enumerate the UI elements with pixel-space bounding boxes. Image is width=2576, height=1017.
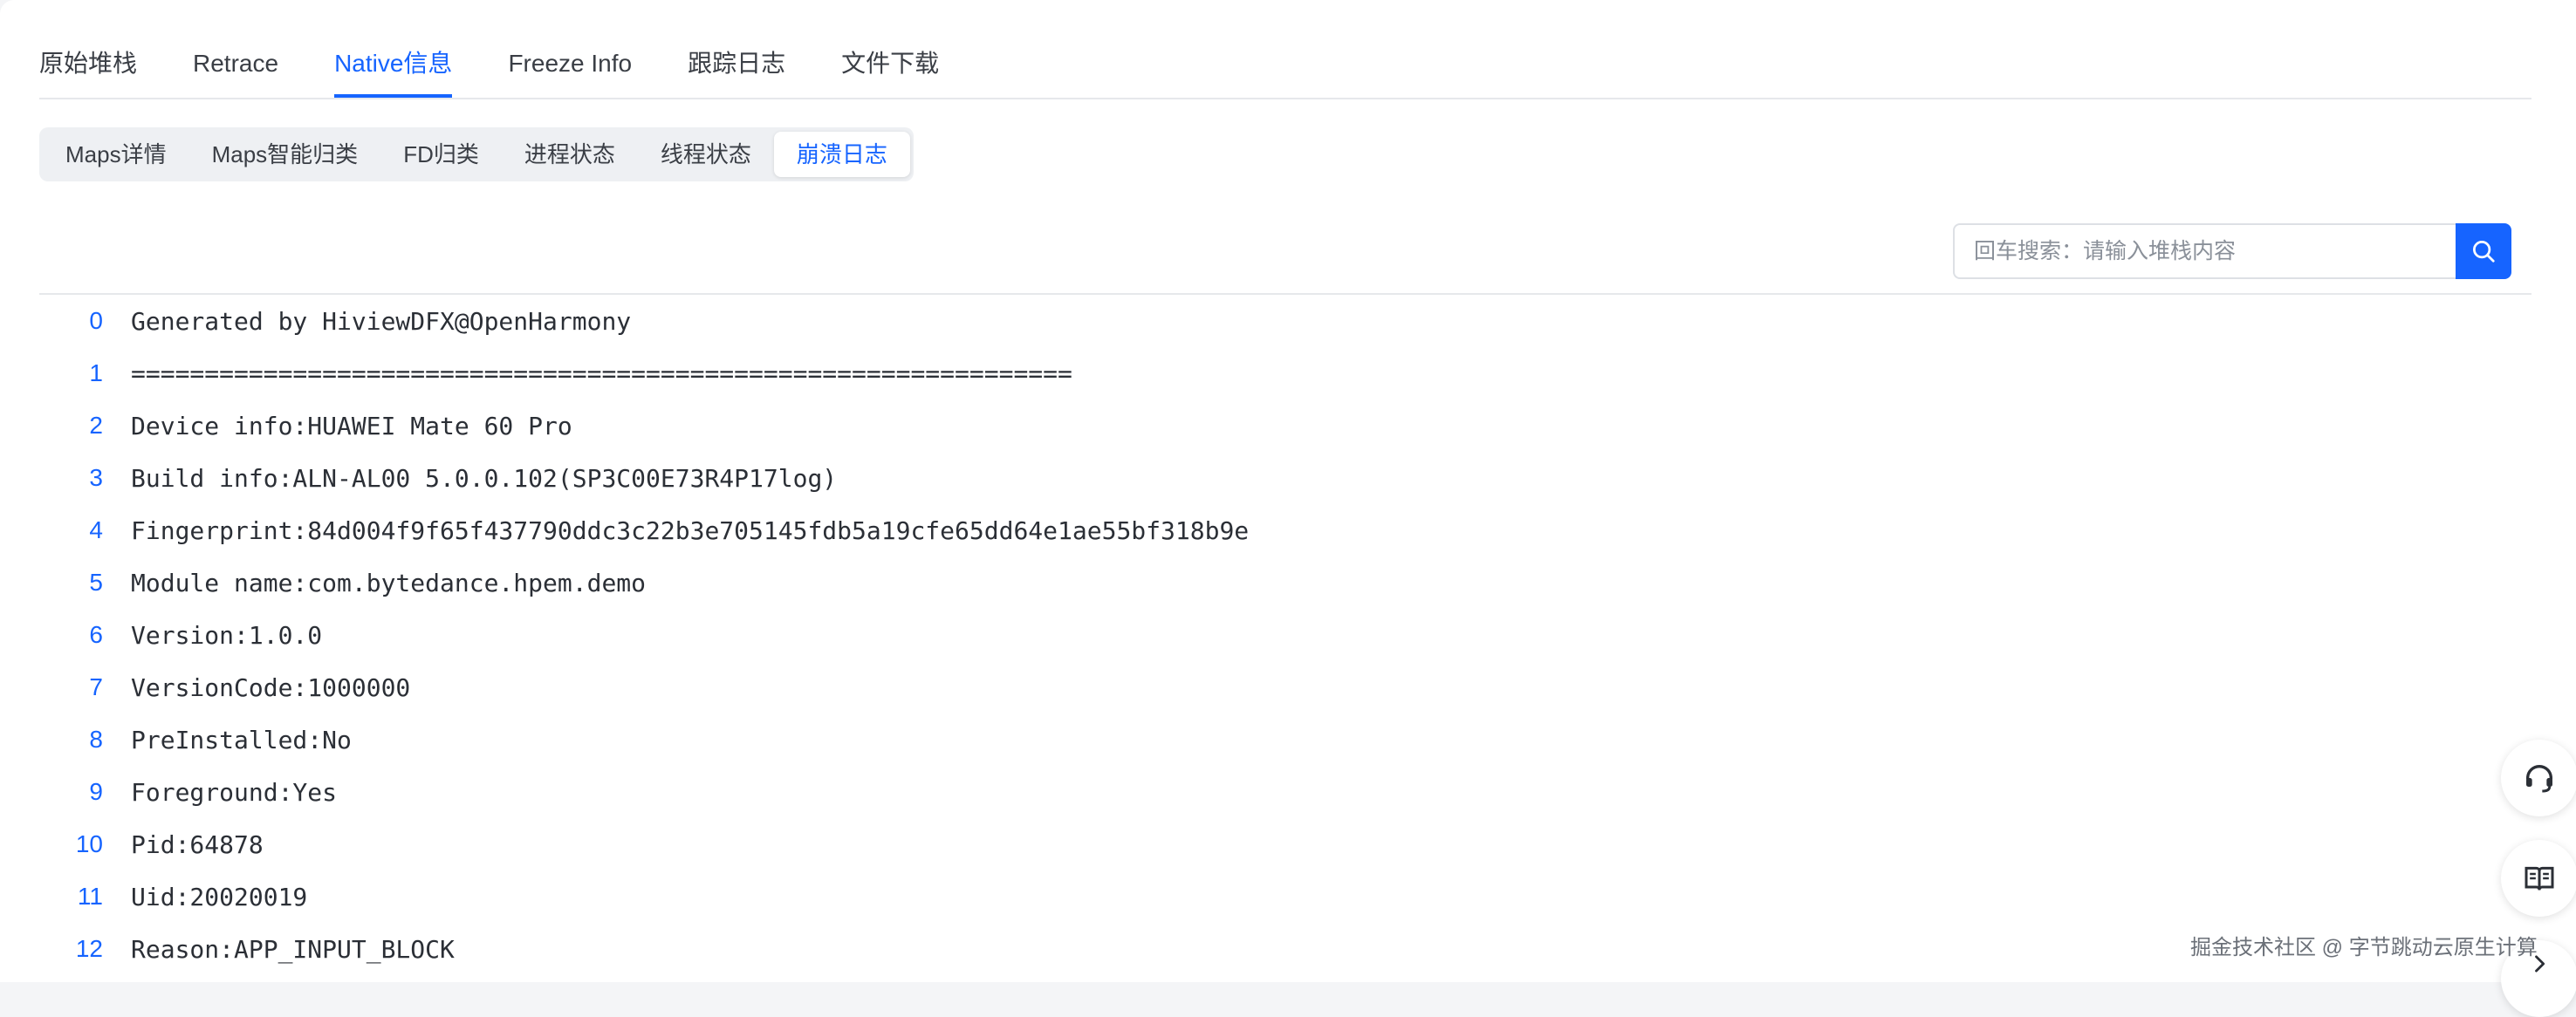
log-line: 4 Fingerprint:84d004f9f65f437790ddc3c22b… — [39, 504, 2483, 556]
line-text: PreInstalled:No — [131, 725, 352, 754]
line-text: Device info:HUAWEI Mate 60 Pro — [131, 411, 572, 440]
log-line: 10 Pid:64878 — [39, 818, 2483, 870]
line-text: Foreground:Yes — [131, 777, 338, 807]
log-line: 9 Foreground:Yes — [39, 766, 2483, 818]
line-number: 2 — [89, 412, 103, 439]
line-number: 10 — [75, 830, 103, 857]
subtab-crash-log[interactable]: 崩溃日志 — [773, 132, 910, 177]
line-number: 5 — [89, 569, 103, 596]
log-line: 0 Generated by HiviewDFX@OpenHarmony — [39, 295, 2483, 347]
search-button[interactable] — [2456, 223, 2511, 279]
line-text: ========================================… — [131, 358, 1072, 388]
top-tab-bar: 原始堆栈 Retrace Native信息 Freeze Info 跟踪日志 文… — [39, 35, 2531, 99]
log-line: 11 Uid:20020019 — [39, 870, 2483, 923]
line-number: 4 — [89, 516, 103, 543]
crash-log-viewer: 0 Generated by HiviewDFX@OpenHarmony 1 =… — [39, 295, 2483, 975]
line-text: Generated by HiviewDFX@OpenHarmony — [131, 306, 632, 336]
line-number: 9 — [89, 778, 103, 805]
line-number: 0 — [89, 307, 103, 334]
line-text: Pid:64878 — [131, 829, 264, 859]
line-text: Uid:20020019 — [131, 882, 308, 911]
main-panel: 原始堆栈 Retrace Native信息 Freeze Info 跟踪日志 文… — [0, 0, 2576, 1017]
log-line: 7 VersionCode:1000000 — [39, 661, 2483, 713]
line-text: Fingerprint:84d004f9f65f437790ddc3c22b3e… — [131, 515, 1250, 545]
log-line: 8 PreInstalled:No — [39, 713, 2483, 766]
line-number: 1 — [89, 359, 103, 386]
log-line: 1 ======================================… — [39, 347, 2483, 399]
subtab-fd-group[interactable]: FD归类 — [380, 132, 502, 177]
line-number: 12 — [75, 935, 103, 962]
line-text: Module name:com.bytedance.hpem.demo — [131, 568, 647, 597]
support-headset-icon — [2526, 765, 2552, 793]
log-line: 6 Version:1.0.0 — [39, 609, 2483, 661]
line-number: 11 — [77, 883, 103, 910]
book-icon — [2525, 866, 2554, 891]
sub-tab-bar: Maps详情 Maps智能归类 FD归类 进程状态 线程状态 崩溃日志 — [39, 127, 914, 181]
tab-trace-log[interactable]: 跟踪日志 — [688, 35, 785, 96]
line-number: 6 — [89, 621, 103, 648]
line-text: VersionCode:1000000 — [131, 672, 411, 702]
subtab-process-status[interactable]: 进程状态 — [502, 132, 638, 177]
line-number: 7 — [89, 673, 103, 700]
line-text: Reason:APP_INPUT_BLOCK — [131, 934, 455, 964]
subtab-maps-smart-group[interactable]: Maps智能归类 — [189, 132, 381, 177]
line-text: Build info:ALN-AL00 5.0.0.102(SP3C00E73R… — [131, 463, 838, 493]
search-input[interactable] — [1953, 223, 2456, 279]
tab-freeze-info[interactable]: Freeze Info — [508, 35, 632, 96]
search-icon — [2473, 241, 2495, 263]
tab-original-stack[interactable]: 原始堆栈 — [39, 35, 137, 96]
subtab-maps-detail[interactable]: Maps详情 — [43, 132, 189, 177]
log-line: 12 Reason:APP_INPUT_BLOCK — [39, 923, 2483, 975]
tab-native-info[interactable]: Native信息 — [334, 35, 453, 98]
log-line: 5 Module name:com.bytedance.hpem.demo — [39, 556, 2483, 609]
log-line: 3 Build info:ALN-AL00 5.0.0.102(SP3C00E7… — [39, 452, 2483, 504]
line-number: 8 — [89, 726, 103, 753]
line-number: 3 — [89, 464, 103, 491]
search-bar — [1953, 223, 2511, 279]
customer-support-button[interactable] — [2501, 740, 2576, 816]
log-line: 2 Device info:HUAWEI Mate 60 Pro — [39, 399, 2483, 452]
watermark: 掘金技术社区 @ 字节跳动云原生计算 — [2190, 936, 2538, 959]
tab-file-download[interactable]: 文件下载 — [841, 35, 939, 96]
subtab-thread-status[interactable]: 线程状态 — [638, 132, 774, 177]
line-text: Version:1.0.0 — [131, 620, 323, 650]
tab-retrace[interactable]: Retrace — [193, 35, 278, 96]
documentation-button[interactable] — [2501, 840, 2576, 917]
